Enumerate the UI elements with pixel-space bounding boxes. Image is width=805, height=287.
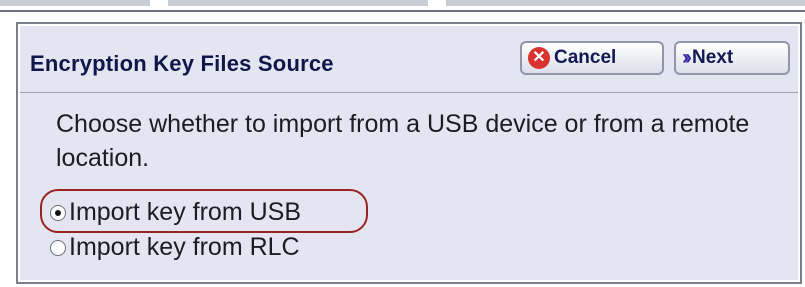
import-rlc-option[interactable]: Import key from RLC bbox=[50, 233, 300, 262]
screen: Encryption Key Files Source ✕ Cancel ›› … bbox=[0, 0, 805, 287]
import-usb-radio[interactable] bbox=[50, 204, 66, 221]
import-usb-label: Import key from USB bbox=[69, 198, 301, 226]
next-button-label: Next bbox=[692, 47, 734, 68]
cancel-x-icon: ✕ bbox=[528, 47, 550, 69]
dialog-title: Encryption Key Files Source bbox=[30, 51, 334, 76]
import-rlc-radio[interactable] bbox=[50, 239, 66, 256]
cancel-button[interactable]: ✕ Cancel bbox=[520, 41, 664, 75]
top-divider bbox=[0, 10, 805, 12]
dialog-header: Encryption Key Files Source ✕ Cancel ›› … bbox=[20, 26, 798, 93]
strip-segment bbox=[446, 0, 805, 6]
import-usb-option[interactable]: Import key from USB bbox=[50, 198, 301, 227]
top-window-strip bbox=[0, 0, 805, 14]
strip-segment bbox=[0, 0, 150, 6]
import-rlc-label: Import key from RLC bbox=[69, 233, 300, 261]
cancel-button-label: Cancel bbox=[554, 47, 617, 68]
encryption-key-source-dialog: Encryption Key Files Source ✕ Cancel ›› … bbox=[16, 22, 802, 284]
instruction-text: Choose whether to import from a USB devi… bbox=[56, 110, 750, 172]
strip-segment bbox=[168, 0, 428, 6]
double-chevron-right-icon: ›› bbox=[682, 46, 692, 69]
dialog-body: Choose whether to import from a USB devi… bbox=[20, 93, 798, 280]
next-button[interactable]: ›› Next bbox=[674, 41, 790, 75]
